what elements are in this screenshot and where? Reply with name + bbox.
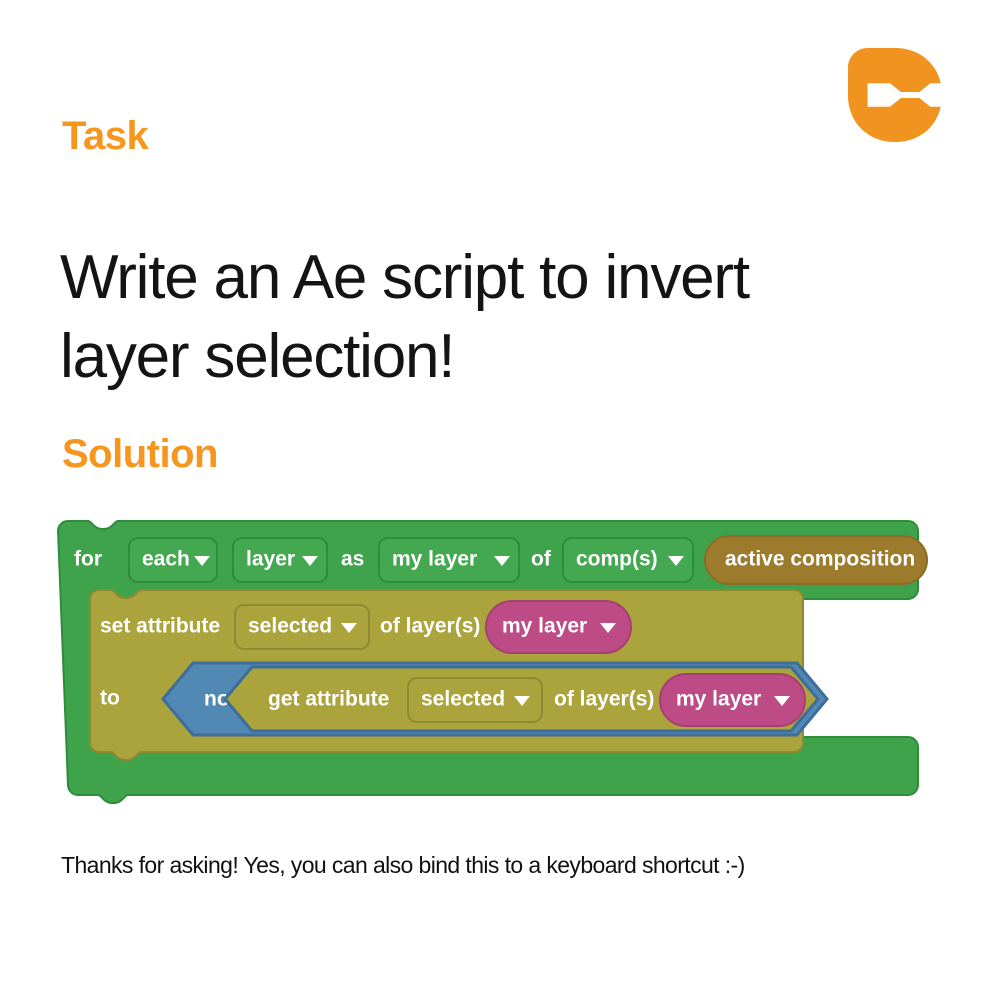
set-attribute-pill-my-layer-label: my layer bbox=[502, 615, 587, 638]
get-attribute-field-selected[interactable]: selected bbox=[407, 677, 543, 723]
solution-section-label: Solution bbox=[62, 432, 218, 476]
get-attribute-field-selected-label: selected bbox=[421, 688, 505, 711]
loop-label-as: as bbox=[341, 548, 364, 571]
loop-field-layer-label: layer bbox=[246, 548, 295, 571]
get-attribute-block[interactable]: get attribute selected of layer(s) my la… bbox=[223, 665, 820, 733]
page-title-line-1: Write an Ae script to invert bbox=[60, 242, 750, 312]
get-attribute-pill-my-layer[interactable]: my layer bbox=[659, 673, 806, 727]
set-attribute-label: set attribute bbox=[100, 615, 220, 638]
get-attribute-pill-my-layer-label: my layer bbox=[676, 688, 761, 711]
brand-logo bbox=[846, 46, 944, 144]
task-section-label: Task bbox=[62, 114, 149, 158]
active-composition-pill[interactable]: active composition bbox=[704, 535, 928, 585]
set-attribute-label-of-layers: of layer(s) bbox=[380, 615, 480, 638]
get-attribute-label: get attribute bbox=[268, 688, 389, 711]
set-attribute-label-to: to bbox=[100, 687, 120, 710]
loop-field-comps-label: comp(s) bbox=[576, 548, 658, 571]
c-plug-logo-icon bbox=[847, 47, 943, 143]
active-composition-label: active composition bbox=[725, 548, 915, 571]
set-attribute-field-selected-label: selected bbox=[248, 615, 332, 638]
set-attribute-field-selected[interactable]: selected bbox=[234, 604, 370, 650]
loop-field-my-layer[interactable]: my layer bbox=[378, 537, 520, 583]
loop-field-comps[interactable]: comp(s) bbox=[562, 537, 694, 583]
loop-field-each[interactable]: each bbox=[128, 537, 218, 583]
loop-label-of: of bbox=[531, 548, 552, 571]
loop-label-for: for bbox=[74, 548, 102, 571]
footnote-text: Thanks for asking! Yes, you can also bin… bbox=[61, 852, 745, 878]
get-attribute-label-of-layers: of layer(s) bbox=[554, 688, 654, 711]
page-title: Write an Ae script to invert layer selec… bbox=[60, 238, 860, 397]
block-script-canvas: for each layer as my layer of comp(s) ac… bbox=[56, 520, 938, 811]
page-title-line-2: layer selection! bbox=[60, 321, 456, 391]
loop-field-my-layer-label: my layer bbox=[392, 548, 477, 571]
loop-field-each-label: each bbox=[142, 548, 190, 571]
set-attribute-pill-my-layer[interactable]: my layer bbox=[485, 600, 632, 654]
loop-field-layer[interactable]: layer bbox=[232, 537, 328, 583]
